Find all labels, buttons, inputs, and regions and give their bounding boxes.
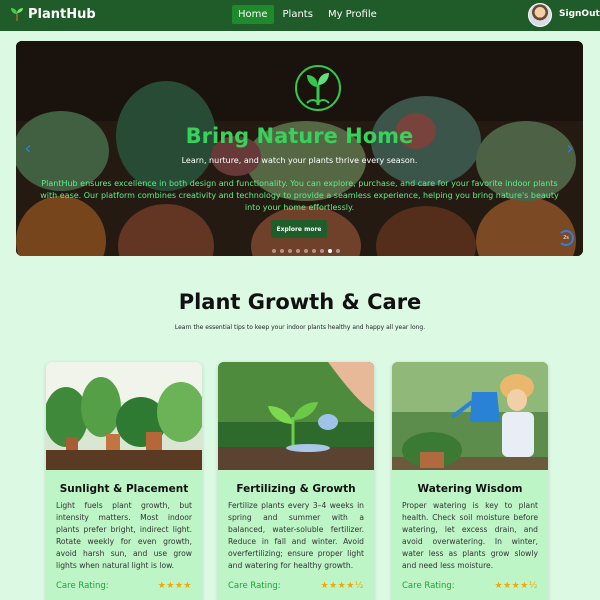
carousel-next-chevron-icon[interactable]: ›: [562, 139, 578, 159]
section-title: Plant Growth & Care: [178, 290, 422, 314]
care-card-sunlight[interactable]: Sunlight & Placement Light fuels plant g…: [46, 362, 202, 600]
card-image-watering: [392, 362, 548, 470]
carousel-dot[interactable]: [288, 249, 292, 253]
nav-links: Home Plants My Profile: [232, 5, 386, 24]
avatar[interactable]: [528, 3, 552, 27]
card-image-indoor-plants: [46, 362, 202, 470]
card-title: Fertilizing & Growth: [236, 483, 356, 495]
plant-hands-logo-icon: [295, 65, 341, 111]
card-image-fertilizing: [218, 362, 374, 470]
hero-title: Bring Nature Home: [185, 124, 414, 148]
card-text: Light fuels plant growth, but intensity …: [56, 501, 192, 570]
section-subtitle: Learn the essential tips to keep your in…: [174, 324, 426, 331]
hero-carousel: Bring Nature Home Learn, nurture, and wa…: [16, 41, 583, 256]
rating-label: Care Rating:: [228, 581, 281, 591]
nav-link-my-profile[interactable]: My Profile: [322, 5, 383, 24]
rating-label: Care Rating:: [402, 581, 455, 591]
care-card-watering[interactable]: Watering Wisdom Proper watering is key t…: [392, 362, 548, 600]
carousel-dot[interactable]: [304, 249, 308, 253]
autoplay-timer: 2s: [558, 230, 574, 246]
star-rating-icon: ★★★★½: [320, 581, 364, 591]
carousel-dot[interactable]: [280, 249, 284, 253]
hero-subtitle: Learn, nurture, and watch your plants th…: [181, 156, 418, 165]
star-rating-icon: ★★★★: [157, 581, 192, 591]
explore-more-button[interactable]: Explore more: [271, 220, 327, 238]
rating-label: Care Rating:: [56, 581, 109, 591]
care-rating: Care Rating: ★★★★: [56, 581, 192, 591]
carousel-dot[interactable]: [336, 249, 340, 253]
care-rating: Care Rating: ★★★★½: [228, 581, 364, 591]
care-card-fertilizing[interactable]: Fertilizing & Growth Fertilize plants ev…: [218, 362, 374, 600]
card-title: Watering Wisdom: [417, 483, 523, 495]
brand[interactable]: PlantHub: [10, 6, 96, 22]
star-rating-icon: ★★★★½: [494, 581, 538, 591]
carousel-prev-chevron-icon[interactable]: ‹: [20, 139, 36, 159]
carousel-dot[interactable]: [296, 249, 300, 253]
card-text: Fertilize plants every 3–4 weeks in spri…: [228, 501, 364, 570]
carousel-dot-active[interactable]: [328, 249, 332, 253]
care-rating: Care Rating: ★★★★½: [402, 581, 538, 591]
hero-description: PlantHub ensures excellence in both desi…: [40, 179, 559, 212]
carousel-dots: [272, 249, 344, 253]
signout-button[interactable]: SignOut: [559, 9, 600, 19]
nav-link-home[interactable]: Home: [232, 5, 274, 24]
carousel-dot[interactable]: [320, 249, 324, 253]
nav-link-plants[interactable]: Plants: [277, 5, 319, 24]
card-text: Proper watering is key to plant health. …: [402, 501, 538, 570]
carousel-dot[interactable]: [312, 249, 316, 253]
card-title: Sunlight & Placement: [59, 483, 189, 495]
navbar: PlantHub Home Plants My Profile SignOut: [0, 0, 600, 31]
brand-name: PlantHub: [28, 6, 96, 22]
carousel-dot[interactable]: [272, 249, 276, 253]
sprout-icon: [11, 8, 23, 21]
